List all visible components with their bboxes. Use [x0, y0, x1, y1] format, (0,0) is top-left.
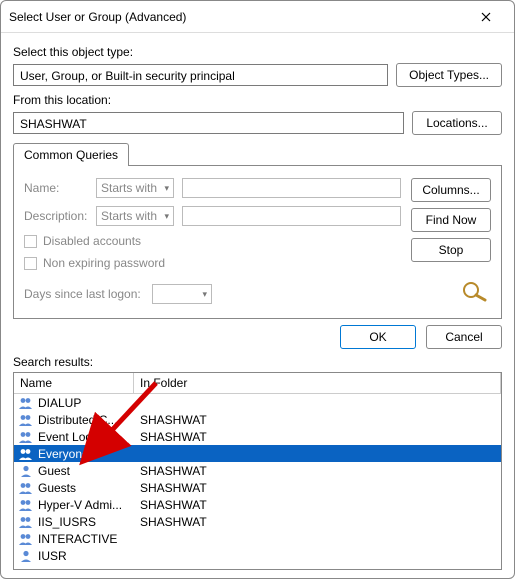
disabled-accounts-checkbox[interactable]: Disabled accounts — [24, 234, 401, 248]
name-filter-input[interactable] — [182, 178, 401, 198]
row-folder: SHASHWAT — [140, 481, 501, 495]
search-icon — [461, 280, 491, 304]
results-row[interactable]: Distributed C... SHASHWAT — [14, 411, 501, 428]
results-row[interactable]: IUSR — [14, 547, 501, 564]
results-row[interactable]: IIS_IUSRS SHASHWAT — [14, 513, 501, 530]
results-row[interactable]: Guest SHASHWAT — [14, 462, 501, 479]
group-icon — [18, 532, 34, 546]
non-expiring-password-checkbox[interactable]: Non expiring password — [24, 256, 401, 270]
group-icon — [18, 481, 34, 495]
days-since-label: Days since last logon: — [24, 287, 144, 301]
search-results-label: Search results: — [13, 355, 502, 369]
ok-button[interactable]: OK — [340, 325, 416, 349]
results-row[interactable]: INTERACTIVE — [14, 530, 501, 547]
row-name: Guests — [38, 481, 136, 495]
row-name: IUSR — [38, 549, 136, 563]
row-name: Distributed C... — [38, 413, 136, 427]
chevron-down-icon: ▾ — [164, 183, 169, 194]
results-row[interactable]: Event Log Re... SHASHWAT — [14, 428, 501, 445]
results-row[interactable]: Guests SHASHWAT — [14, 479, 501, 496]
row-name: Guest — [38, 464, 136, 478]
chevron-down-icon: ▾ — [202, 289, 207, 300]
columns-button[interactable]: Columns... — [411, 178, 491, 202]
location-label: From this location: — [13, 93, 502, 107]
group-icon — [18, 447, 34, 461]
desc-filter-mode[interactable]: Starts with▾ — [96, 206, 174, 226]
cancel-button[interactable]: Cancel — [426, 325, 502, 349]
group-icon — [18, 413, 34, 427]
row-folder: SHASHWAT — [140, 498, 501, 512]
group-icon — [18, 498, 34, 512]
object-type-label: Select this object type: — [13, 45, 502, 59]
results-header: Name In Folder — [14, 373, 501, 394]
desc-filter-label: Description: — [24, 209, 88, 223]
row-name: Hyper-V Admi... — [38, 498, 136, 512]
dialog-window: Select User or Group (Advanced) Select t… — [0, 0, 515, 579]
dialog-title: Select User or Group (Advanced) — [9, 10, 466, 24]
row-folder: SHASHWAT — [140, 464, 501, 478]
results-row[interactable]: DIALUP — [14, 394, 501, 411]
common-queries-panel: Name: Starts with▾ Description: Starts w… — [13, 165, 502, 319]
object-type-field[interactable]: User, Group, or Built-in security princi… — [13, 64, 388, 86]
row-name: IIS_IUSRS — [38, 515, 136, 529]
locations-button[interactable]: Locations... — [412, 111, 502, 135]
find-now-button[interactable]: Find Now — [411, 208, 491, 232]
object-types-button[interactable]: Object Types... — [396, 63, 502, 87]
row-name: INTERACTIVE — [38, 532, 136, 546]
name-filter-mode[interactable]: Starts with▾ — [96, 178, 174, 198]
search-results-list[interactable]: Name In Folder DIALUP Distributed C... SHA… — [13, 372, 502, 570]
row-folder: SHASHWAT — [140, 413, 501, 427]
row-name: Event Log Re... — [38, 430, 136, 444]
tab-common-queries[interactable]: Common Queries — [13, 143, 129, 166]
group-icon — [18, 430, 34, 444]
close-icon — [481, 12, 491, 22]
dialog-body: Select this object type: User, Group, or… — [1, 33, 514, 578]
results-row[interactable]: Everyone — [14, 445, 501, 462]
group-icon — [18, 396, 34, 410]
row-folder: SHASHWAT — [140, 430, 501, 444]
user-icon — [18, 549, 34, 563]
row-name: Everyone — [38, 447, 136, 461]
col-header-name[interactable]: Name — [14, 373, 134, 393]
col-header-folder[interactable]: In Folder — [134, 373, 501, 393]
results-row[interactable]: Hyper-V Admi... SHASHWAT — [14, 496, 501, 513]
user-icon — [18, 464, 34, 478]
row-folder: SHASHWAT — [140, 515, 501, 529]
desc-filter-input[interactable] — [182, 206, 401, 226]
titlebar: Select User or Group (Advanced) — [1, 1, 514, 33]
location-field[interactable]: SHASHWAT — [13, 112, 404, 134]
row-name: DIALUP — [38, 396, 136, 410]
group-icon — [18, 515, 34, 529]
chevron-down-icon: ▾ — [164, 211, 169, 222]
days-since-combo[interactable]: ▾ — [152, 284, 212, 304]
name-filter-label: Name: — [24, 181, 88, 195]
close-button[interactable] — [466, 6, 506, 28]
stop-button[interactable]: Stop — [411, 238, 491, 262]
